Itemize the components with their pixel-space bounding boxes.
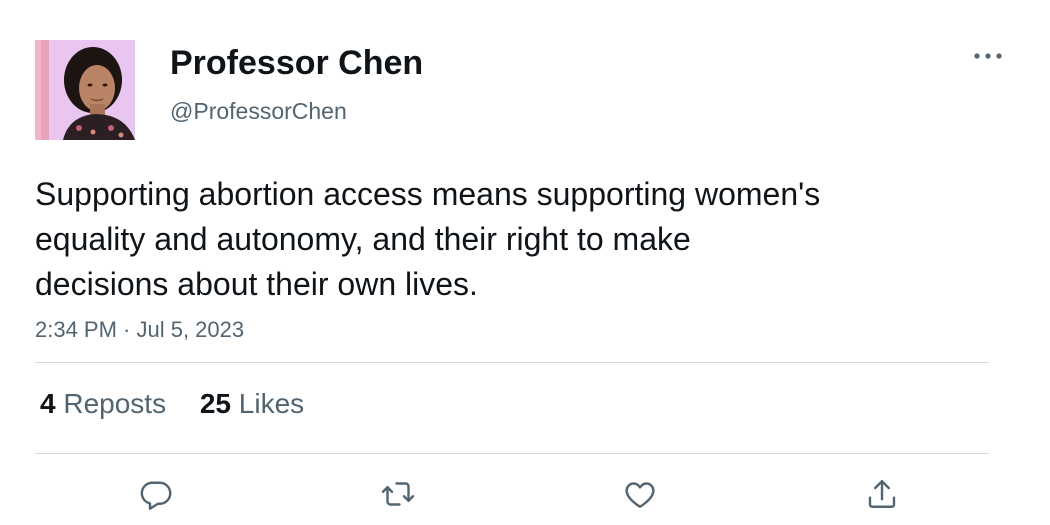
like-button[interactable] — [618, 472, 662, 516]
more-options-button[interactable] — [968, 40, 1008, 72]
reply-button[interactable] — [134, 472, 178, 516]
avatar[interactable] — [35, 40, 135, 140]
repost-button[interactable] — [376, 472, 420, 516]
reposts-count: 4 — [40, 388, 56, 419]
heart-icon — [625, 482, 655, 508]
likes-label: Likes — [238, 388, 305, 419]
tweet-text: Supporting abortion access means support… — [35, 176, 821, 302]
reposts-stat[interactable]: 4 Reposts — [40, 388, 166, 420]
share-icon — [868, 480, 896, 508]
share-button[interactable] — [860, 472, 904, 516]
author-display-name[interactable]: Professor Chen — [170, 44, 423, 83]
tweet-timestamp[interactable]: 2:34 PM · Jul 5, 2023 — [35, 317, 244, 343]
divider — [35, 362, 989, 363]
more-icon — [974, 53, 1002, 59]
likes-stat[interactable]: 25 Likes — [200, 388, 304, 420]
reposts-label: Reposts — [63, 388, 167, 419]
likes-count: 25 — [199, 388, 232, 419]
tweet-stats: 4 Reposts 25 Likes — [40, 388, 304, 420]
divider — [35, 453, 989, 454]
reply-icon — [140, 481, 172, 510]
author-handle[interactable]: @ProfessorChen — [170, 98, 347, 125]
avatar-image — [35, 40, 135, 140]
repost-icon — [381, 482, 415, 506]
